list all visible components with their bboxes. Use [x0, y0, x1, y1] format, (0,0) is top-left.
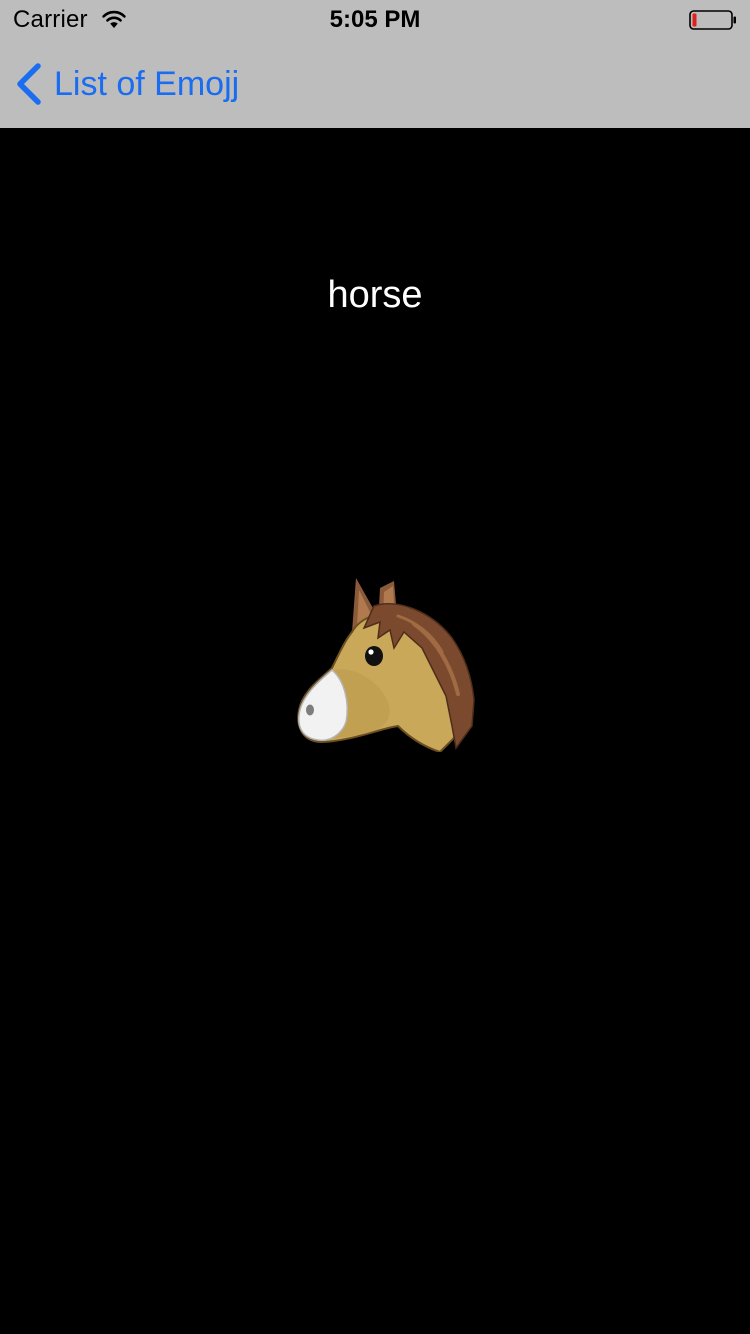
battery-low-icon [689, 10, 736, 30]
top-bar: Carrier 5:05 PM List of Emojj [0, 0, 750, 128]
status-bar: Carrier 5:05 PM [0, 0, 750, 40]
horse-face-icon [297, 578, 475, 752]
back-button[interactable]: List of Emojj [14, 62, 239, 106]
emoji-detail-screen: Carrier 5:05 PM List of Emojj horse [0, 0, 750, 1334]
emoji-name-label: horse [327, 274, 423, 316]
navigation-bar: List of Emojj [0, 40, 750, 128]
chevron-left-icon [17, 63, 41, 105]
status-time: 5:05 PM [329, 6, 421, 33]
back-button-label: List of Emojj [54, 64, 240, 103]
